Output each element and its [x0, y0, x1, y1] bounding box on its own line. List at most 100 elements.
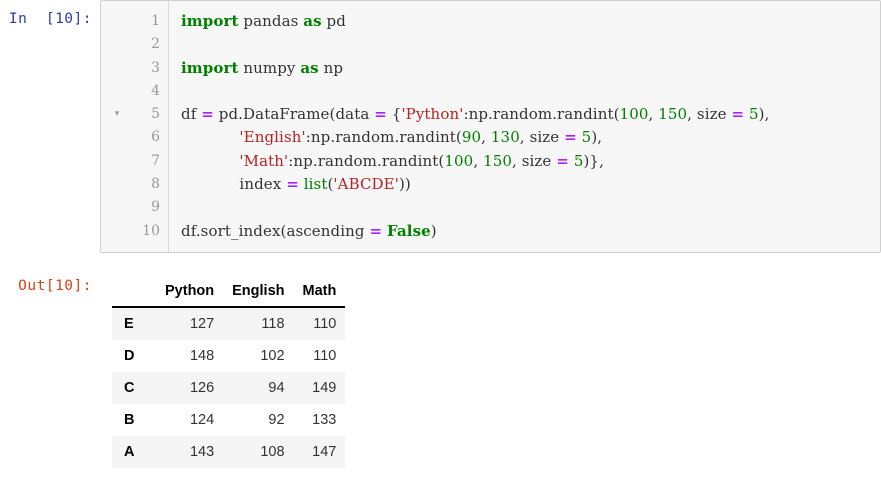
code-token: 5: [749, 105, 759, 124]
code-line: index = list('ABCDE')): [181, 173, 880, 196]
code-text[interactable]: import pandas as pd import numpy as np d…: [169, 1, 880, 252]
code-token: ),: [591, 128, 603, 147]
table-cell: 110: [293, 339, 346, 372]
code-token: {: [386, 105, 402, 124]
input-prompt-label: In [10]:: [8, 11, 92, 27]
code-line: 'English':np.random.randint(90, 130, siz…: [181, 126, 880, 149]
line-number-gutter: ▾ 1 2 3 4 5 6 7 8 9 10: [101, 1, 169, 252]
code-token: ,: [648, 105, 659, 124]
line-number: 10: [142, 222, 160, 239]
code-token: numpy: [238, 58, 301, 77]
table-cell: 92: [223, 403, 294, 436]
table-cell: 102: [223, 339, 294, 372]
code-token: )},: [583, 151, 604, 170]
table-cell: 149: [293, 371, 346, 404]
code-token: =: [369, 221, 383, 240]
code-token: =: [286, 175, 299, 194]
table-cell: 127: [156, 306, 224, 340]
code-token: df: [181, 105, 202, 124]
table-cell: 118: [223, 306, 294, 340]
code-token: :np.random.randint(: [463, 105, 620, 124]
code-token: :np.random.randint(: [305, 128, 462, 147]
table-body: E 127 118 110 D 148 102 110 C 126 94 149 B 124 92 133 A 1…: [112, 306, 346, 468]
table-cell: 124: [156, 403, 224, 436]
notebook-input-cell[interactable]: In [10]: ▾ 1 2 3 4 5 6 7 8 9 10 import p…: [0, 0, 881, 253]
code-line: import numpy as np: [181, 57, 880, 80]
code-token: =: [564, 128, 577, 147]
code-token: np: [318, 58, 344, 77]
output-prompt-label: Out[10]:: [18, 277, 92, 294]
code-token: )): [398, 175, 411, 194]
row-index-cell: A: [112, 435, 156, 468]
table-row: D 148 102 110: [112, 339, 346, 372]
table-header-row: Python English Math: [112, 280, 346, 308]
row-index-cell: C: [112, 371, 156, 404]
table-cell: 147: [293, 435, 346, 468]
table-cell: 133: [293, 403, 346, 436]
code-token: pd.DataFrame(data: [213, 105, 375, 124]
code-token: , size: [519, 128, 565, 147]
code-token: 150: [483, 151, 512, 170]
table-cell: 94: [223, 371, 294, 404]
triangle-down-icon[interactable]: ▾: [111, 103, 123, 126]
column-header: Math: [293, 280, 346, 308]
table-header: Python English Math: [112, 280, 346, 308]
code-token: as: [303, 12, 322, 30]
column-header: English: [223, 280, 294, 308]
code-token: :np.random.randint(: [288, 151, 445, 170]
code-line: df.sort_index(ascending = False): [181, 220, 880, 243]
table-row: B 124 92 133: [112, 403, 346, 436]
code-token: 'Python': [401, 105, 464, 124]
code-token: ,: [481, 128, 491, 147]
code-token: =: [374, 105, 387, 124]
table-corner-cell: [112, 280, 156, 308]
code-token: list: [303, 175, 328, 194]
code-token: False: [387, 221, 431, 240]
table-cell: 110: [293, 306, 346, 340]
table-row: A 143 108 147: [112, 435, 346, 468]
code-token: ): [430, 221, 437, 240]
dataframe-table: Python English Math E 127 118 110 D 148 102 110 C 1…: [112, 280, 346, 468]
table-row: E 127 118 110: [112, 306, 346, 340]
code-token: ),: [758, 105, 770, 124]
code-token: pd: [321, 12, 346, 30]
code-token: 'Math': [239, 151, 289, 170]
line-number: 3: [151, 59, 160, 76]
code-token: 'English': [239, 128, 306, 147]
table-row: C 126 94 149: [112, 371, 346, 404]
column-header: Python: [156, 280, 224, 308]
table-cell: 148: [156, 339, 224, 372]
code-token: =: [201, 105, 214, 124]
code-token: 130: [490, 128, 520, 147]
line-number: 8: [151, 176, 160, 193]
code-token: import: [181, 58, 239, 77]
table-cell: 143: [156, 435, 224, 468]
row-index-cell: E: [112, 306, 156, 340]
line-number: 6: [151, 129, 160, 146]
code-token: df.sort_index(ascending: [181, 221, 370, 240]
notebook-output-cell: Out[10]: Python English Math E 127 118 110 D 14…: [0, 267, 881, 468]
code-token: , size: [512, 151, 557, 170]
code-line: import pandas as pd: [181, 10, 880, 33]
code-token: =: [731, 105, 745, 124]
line-number: 1: [151, 13, 160, 29]
code-line: df = pd.DataFrame(data = {'Python':np.ra…: [181, 103, 880, 126]
code-token: import: [181, 12, 239, 30]
line-number: 2: [151, 36, 160, 53]
code-token: 90: [461, 128, 482, 147]
line-number: 5: [151, 106, 160, 123]
code-token: as: [300, 58, 319, 77]
row-index-cell: D: [112, 339, 156, 372]
code-token: 'ABCDE': [333, 175, 399, 194]
code-line: 'Math':np.random.randint(100, 150, size …: [181, 150, 880, 173]
code-token: 100: [619, 105, 649, 124]
code-token: pandas: [238, 12, 304, 30]
table-cell: 126: [156, 371, 224, 404]
code-token: , size: [687, 105, 732, 124]
code-token: 100: [444, 151, 474, 170]
code-editor[interactable]: ▾ 1 2 3 4 5 6 7 8 9 10 import pandas as …: [100, 0, 881, 253]
